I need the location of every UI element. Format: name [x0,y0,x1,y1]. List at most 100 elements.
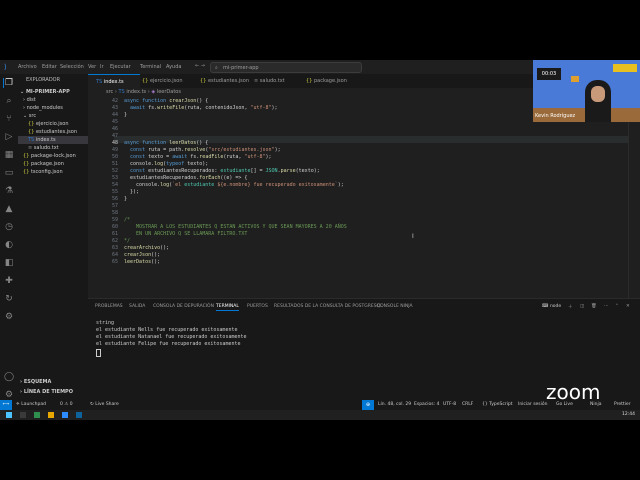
add-terminal-icon[interactable]: ＋ [568,304,573,310]
outline-section[interactable]: › ESQUEMA [20,378,90,386]
tab-saludo-txt[interactable]: ≡ saludo.txt [246,74,304,88]
extensions-icon[interactable]: ▦ [4,150,14,160]
menu-ir[interactable]: Ir [100,64,104,70]
puzzle-icon[interactable]: ✚ [4,276,14,286]
code-line[interactable]: console.log(`el estudiante ${e.nombre} f… [124,182,344,188]
menu-editar[interactable]: Editar [42,64,57,70]
prettier-status[interactable]: Prettier [614,402,631,407]
source-control-icon[interactable]: ⑂ [4,114,14,124]
tree-item-estudiantes-json[interactable]: {} estudiantes.json [18,128,98,136]
close-panel-icon[interactable]: ✕ [626,304,630,309]
tab-puertos[interactable]: PUERTOS [247,304,268,309]
code-line[interactable]: }); [124,189,139,195]
tab-index-ts[interactable]: TS index.ts [88,74,140,89]
code-line[interactable]: } [124,112,127,118]
tab-postgresql-results[interactable]: RESULTADOS DE LA CONSULTA DE POSTGRESQL [274,304,383,309]
code-line[interactable]: console.log(typeof texto); [124,161,208,167]
line-number: 42 [111,98,118,104]
remote-explorer-icon[interactable]: ▭ [4,168,14,178]
tab-consola-depuracion[interactable]: CONSOLA DE DEPURACIÓN [153,304,214,309]
tree-item-ejercicio-json[interactable]: {} ejercicio.json [18,120,98,128]
menu-archivo[interactable]: Archivo [18,64,37,70]
maximize-panel-icon[interactable]: ⌃ [615,304,619,309]
code-line[interactable]: EN UN ARCHIVO Q SE LLAMARA FILTRO.TXT [124,231,247,237]
line-ending[interactable]: CRLF [462,402,473,407]
tab-problemas[interactable]: PROBLEMAS [95,304,123,309]
live-share-status[interactable]: ↻ Live Share [90,402,119,407]
tab-terminal[interactable]: TERMINAL [216,304,239,311]
tab-package-json[interactable]: {} package.json [298,74,366,88]
zoom-in-icon[interactable]: ⊕ [362,400,374,410]
language-mode[interactable]: {} TypeScript [482,402,513,407]
code-line[interactable]: async function crearJson() { [124,98,208,104]
code-line[interactable]: } [124,196,127,202]
sign-in-status[interactable]: Iniciar sesión [518,402,548,407]
history-icon[interactable]: ◷ [4,222,14,232]
remote-indicator-icon[interactable]: ⟷ [0,400,12,410]
code-line[interactable]: */ [124,238,130,244]
code-line[interactable]: estudiantesRecuperados.forEach((e) => { [124,175,247,181]
tree-item-package-lock-json[interactable]: {} package-lock.json [18,152,93,160]
docker-icon[interactable]: ◧ [4,258,14,268]
file-explorer-taskbar-icon[interactable] [48,412,54,418]
webcam-thumbnail[interactable]: 00:03 Kevin Rodríguez [533,60,640,122]
git-graph-icon[interactable]: ⚙ [4,312,14,322]
database-icon[interactable]: ◐ [4,240,14,250]
tab-console-ninja[interactable]: CONSOLE NINJA [377,304,413,309]
problems-status[interactable]: 0 ⚠ 0 [60,402,73,407]
run-debug-icon[interactable]: ▷ [4,132,14,142]
menu-seleccion[interactable]: Selección [60,64,84,70]
split-terminal-icon[interactable]: ◫ [580,304,584,309]
menu-ayuda[interactable]: Ayuda [166,64,181,70]
nav-arrows-icon[interactable]: ← → [195,63,205,69]
kill-terminal-icon[interactable]: 🗑 [591,304,597,309]
code-line[interactable]: async function leerDatos() { [124,140,208,146]
cursor-position[interactable]: Lín. 48, col. 29 [378,402,411,407]
tree-item-dist[interactable]: › dist [18,96,93,104]
code-line[interactable]: leerDatos(); [124,259,160,265]
more-actions-icon[interactable]: ⋯ [604,304,609,309]
breadcrumb-file[interactable]: index.ts [126,89,146,95]
terminal-shell-selector[interactable]: ⌨ node [542,304,561,309]
vscode-taskbar-icon[interactable] [76,412,82,418]
timeline-section[interactable]: › LÍNEA DE TIEMPO [20,388,90,396]
zoom-taskbar-icon[interactable] [62,412,68,418]
launchpad-status[interactable]: ✈ Launchpad [16,402,46,407]
tab-salida[interactable]: SALIDA [129,304,145,309]
search-icon[interactable]: ⌕ [4,96,14,106]
code-line[interactable]: await fs.writeFile(ruta, contenidoJson, … [124,105,278,111]
code-line[interactable]: const ruta = path.resolve("src/estudiant… [124,147,281,153]
menu-terminal[interactable]: Terminal [140,64,161,70]
line-number: 49 [111,147,118,153]
breadcrumb-symbol[interactable]: leerDatos [157,89,181,95]
tree-item-index-ts[interactable]: TS index.ts [18,136,98,144]
windows-start-icon[interactable] [6,412,12,418]
tree-item-src[interactable]: ⌄ src [18,112,93,120]
tree-item-label: node_modules [26,105,63,111]
indentation[interactable]: Espacios: 4 [414,402,439,407]
deploy-icon[interactable]: ▲ [4,204,14,214]
search-taskbar-icon[interactable] [20,412,26,418]
chrome-taskbar-icon[interactable] [34,412,40,418]
explorer-icon[interactable]: ❐ [3,78,14,88]
tree-item-saludo-txt[interactable]: ≡ saludo.txt [18,144,98,152]
testing-icon[interactable]: ⚗ [4,186,14,196]
code-line[interactable]: const texto = await fs.readFile(ruta, "u… [124,154,272,160]
project-root[interactable]: ⌄ MI-PRIMER-APP [20,88,90,96]
menu-ver[interactable]: Ver [88,64,96,70]
tree-item-tsconfig-json[interactable]: {} tsconfig.json [18,168,93,176]
code-line[interactable]: /* [124,217,130,223]
tree-item-node-modules[interactable]: › node_modules [18,104,93,112]
code-line[interactable]: crearJson(); [124,252,160,258]
breadcrumb-src[interactable]: src [106,89,113,95]
command-center-search[interactable]: ⌕ mi-primer-app [210,62,362,73]
account-icon[interactable]: ◯ [4,372,14,382]
encoding[interactable]: UTF-8 [443,402,456,407]
tree-item-package-json[interactable]: {} package.json [18,160,93,168]
code-line[interactable]: crearArchivo(); [124,245,169,251]
menu-ejecutar[interactable]: Ejecutar [110,64,131,70]
settings-gear-icon[interactable]: ⚙ [4,390,14,400]
code-line[interactable]: MOSTRAR A LOS ESTUDIANTES Q ESTAN ACTIVO… [124,224,347,230]
code-line[interactable]: const estudiantesRecuperados: estudiante… [124,168,320,174]
live-share-icon[interactable]: ↻ [4,294,14,304]
